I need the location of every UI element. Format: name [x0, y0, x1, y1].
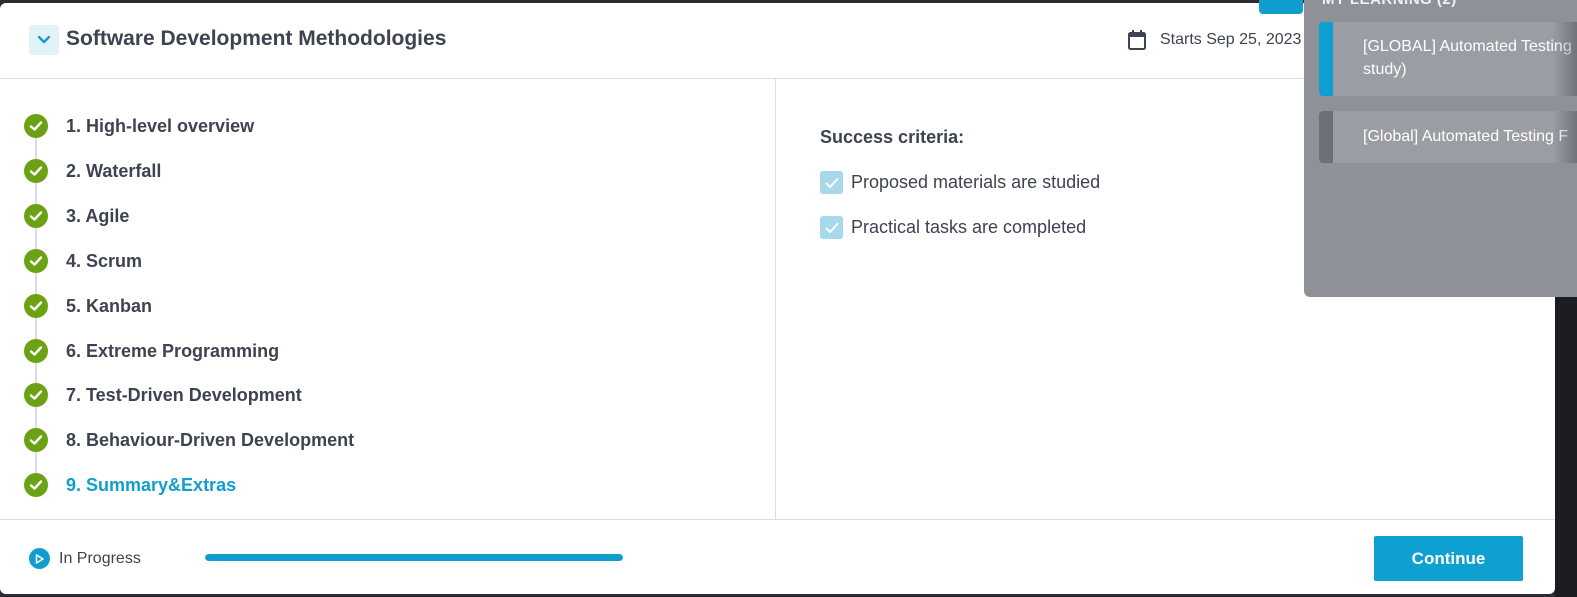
module-label: 2. Waterfall — [66, 160, 162, 181]
module-item[interactable]: 3. Agile — [24, 203, 129, 229]
my-learning-badge[interactable] — [1259, 0, 1303, 14]
checkmark-icon — [825, 177, 838, 188]
chevron-down-icon — [37, 35, 51, 44]
check-circle-icon — [24, 204, 48, 228]
course-footer: In Progress Continue — [0, 519, 1555, 594]
start-date: Starts Sep 25, 2023 E — [1127, 29, 1317, 51]
module-item[interactable]: 1. High-level overview — [24, 113, 254, 139]
learning-item-title: [Global] Automated Testing F — [1363, 128, 1569, 145]
check-circle-icon — [24, 473, 48, 497]
criteria-title: Success criteria: — [820, 127, 965, 147]
criteria-label: Proposed materials are studied — [851, 172, 1101, 192]
collapse-button[interactable] — [29, 25, 59, 55]
progress-bar — [205, 554, 623, 561]
check-circle-icon — [24, 339, 48, 363]
progress-fill — [205, 554, 623, 561]
module-label: 5. Kanban — [66, 295, 153, 316]
check-circle-icon — [24, 428, 48, 452]
learning-item-accent — [1319, 111, 1333, 163]
criteria-checkbox[interactable] — [820, 216, 843, 239]
my-learning-panel: MY LEARNING (2) [GLOBAL] Automated Testi… — [1304, 0, 1577, 297]
module-item[interactable]: 9. Summary&Extras — [24, 472, 236, 498]
module-item[interactable]: 4. Scrum — [24, 248, 142, 274]
module-label: 9. Summary&Extras — [66, 474, 237, 495]
check-circle-icon — [24, 294, 48, 318]
criteria-checkbox[interactable] — [820, 171, 843, 194]
module-list: 1. High-level overview 2. Waterfall 3. Agi… — [0, 79, 776, 519]
learning-item[interactable]: [GLOBAL] Automated Testing study) — [1319, 22, 1577, 96]
check-circle-icon — [24, 114, 48, 138]
criteria-item: Proposed materials are studied — [820, 171, 1100, 194]
start-date-text: Starts Sep 25, 2023 E — [1160, 31, 1317, 48]
check-circle-icon — [24, 383, 48, 407]
criteria-label: Practical tasks are completed — [851, 217, 1087, 237]
module-label: 1. High-level overview — [66, 115, 255, 136]
module-item[interactable]: 8. Behaviour-Driven Development — [24, 427, 354, 453]
module-label: 4. Scrum — [66, 250, 143, 271]
fade-shade — [1553, 22, 1577, 96]
status-indicator: In Progress — [29, 548, 141, 569]
status-text: In Progress — [59, 549, 141, 567]
continue-button[interactable]: Continue — [1374, 536, 1523, 581]
fade-shade — [1553, 111, 1577, 163]
module-label: 6. Extreme Programming — [66, 340, 280, 361]
module-label: 3. Agile — [66, 205, 130, 226]
criteria-item: Practical tasks are completed — [820, 216, 1086, 239]
learning-item[interactable]: [Global] Automated Testing F — [1319, 111, 1577, 163]
module-item[interactable]: 6. Extreme Programming — [24, 338, 279, 364]
module-item[interactable]: 5. Kanban — [24, 293, 152, 319]
check-circle-icon — [24, 249, 48, 273]
module-label: 8. Behaviour-Driven Development — [66, 429, 355, 450]
learning-item-title: [GLOBAL] Automated Testing study) — [1363, 38, 1572, 78]
module-label: 7. Test-Driven Development — [66, 384, 302, 405]
my-learning-heading: MY LEARNING (2) — [1322, 0, 1457, 8]
calendar-icon — [1128, 30, 1146, 50]
checkmark-icon — [825, 222, 838, 233]
play-icon — [29, 548, 50, 569]
course-title: Software Development Methodologies — [66, 27, 447, 50]
learning-item-accent — [1319, 22, 1333, 96]
module-item[interactable]: 7. Test-Driven Development — [24, 382, 302, 408]
module-item[interactable]: 2. Waterfall — [24, 158, 161, 184]
check-circle-icon — [24, 159, 48, 183]
